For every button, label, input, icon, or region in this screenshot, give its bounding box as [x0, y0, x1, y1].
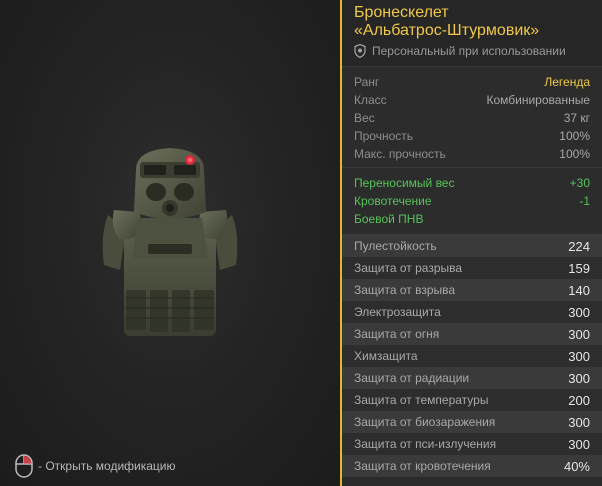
stat-row: Защита от температуры 200 [342, 389, 602, 411]
bonus-label: Кровотечение [354, 194, 432, 208]
stat-value: 300 [568, 304, 590, 320]
stat-value: 300 [568, 348, 590, 364]
stat-value: 159 [568, 260, 590, 276]
stat-row: Защита от пси-излучения 300 [342, 433, 602, 455]
prop-weight: Вес 37 кг [354, 109, 590, 127]
stat-label: Защита от взрыва [354, 283, 456, 297]
item-preview-panel: - Открыть модификацию [0, 0, 340, 486]
bonus-night-vision: Боевой ПНВ [354, 210, 590, 228]
stat-value: 224 [568, 238, 590, 254]
stat-label: Защита от температуры [354, 393, 489, 407]
stat-row: Защита от биозаражения 300 [342, 411, 602, 433]
prop-max-durability: Макс. прочность 100% [354, 145, 590, 163]
stat-value: 300 [568, 326, 590, 342]
prop-value: Легенда [544, 75, 590, 89]
bonus-label: Переносимый вес [354, 176, 455, 190]
item-bonuses: Переносимый вес +30 Кровотечение -1 Боев… [342, 167, 602, 234]
item-info-panel: Бронескелет «Альбатрос-Штурмовик» Персон… [340, 0, 602, 486]
open-modification-text: - Открыть модификацию [38, 459, 176, 473]
stat-row: Защита от кровотечения 40% [342, 455, 602, 477]
stat-value: 300 [568, 370, 590, 386]
prop-label: Макс. прочность [354, 147, 446, 161]
stat-label: Химзащита [354, 349, 418, 363]
stat-label: Защита от радиации [354, 371, 470, 385]
prop-class: Класс Комбинированные [354, 91, 590, 109]
stat-label: Электрозащита [354, 305, 441, 319]
prop-value: Комбинированные [486, 93, 591, 107]
stat-label: Защита от огня [354, 327, 440, 341]
personal-binding-note: Персональный при использовании [354, 44, 592, 58]
stat-value: 140 [568, 282, 590, 298]
item-properties: Ранг Легенда Класс Комбинированные Вес 3… [342, 66, 602, 167]
shield-icon [354, 44, 366, 58]
item-header: Бронескелет «Альбатрос-Штурмовик» Персон… [342, 0, 602, 66]
stat-value: 40% [563, 458, 590, 474]
stat-row: Пулестойкость 224 [342, 235, 602, 257]
bonus-value: +30 [569, 176, 590, 190]
prop-label: Ранг [354, 75, 380, 89]
mouse-right-click-icon [15, 454, 33, 478]
prop-label: Прочность [354, 129, 414, 143]
stat-row: Защита от радиации 300 [342, 367, 602, 389]
prop-value: 100% [559, 147, 590, 161]
stat-label: Защита от разрыва [354, 261, 463, 275]
stat-row: Защита от взрыва 140 [342, 279, 602, 301]
prop-rank: Ранг Легенда [354, 73, 590, 91]
item-title-line1: Бронескелет [354, 4, 449, 21]
stat-row: Электрозащита 300 [342, 301, 602, 323]
open-modification-hint: - Открыть модификацию [14, 453, 176, 479]
bonus-bleeding: Кровотечение -1 [354, 192, 590, 210]
stat-label: Защита от кровотечения [354, 459, 491, 473]
prop-value: 100% [559, 129, 590, 143]
stat-value: 300 [568, 414, 590, 430]
prop-label: Класс [354, 93, 387, 107]
prop-durability: Прочность 100% [354, 127, 590, 145]
stat-label: Пулестойкость [354, 239, 437, 253]
stat-row: Химзащита 300 [342, 345, 602, 367]
prop-label: Вес [354, 111, 375, 125]
item-title-line2: «Альбатрос-Штурмовик» [354, 22, 540, 39]
stat-value: 200 [568, 392, 590, 408]
bonus-carry-weight: Переносимый вес +30 [354, 174, 590, 192]
stat-label: Защита от биозаражения [354, 415, 496, 429]
armor-exoskeleton-image [102, 148, 238, 336]
prop-value: 37 кг [563, 111, 590, 125]
personal-binding-text: Персональный при использовании [372, 44, 566, 58]
bonus-value: -1 [579, 194, 590, 208]
protection-stats: Пулестойкость 224 Защита от разрыва 159 За… [342, 234, 602, 477]
stat-row: Защита от разрыва 159 [342, 257, 602, 279]
stat-row: Защита от огня 300 [342, 323, 602, 345]
bonus-label: Боевой ПНВ [354, 212, 424, 226]
stat-value: 300 [568, 436, 590, 452]
stat-label: Защита от пси-излучения [354, 437, 497, 451]
